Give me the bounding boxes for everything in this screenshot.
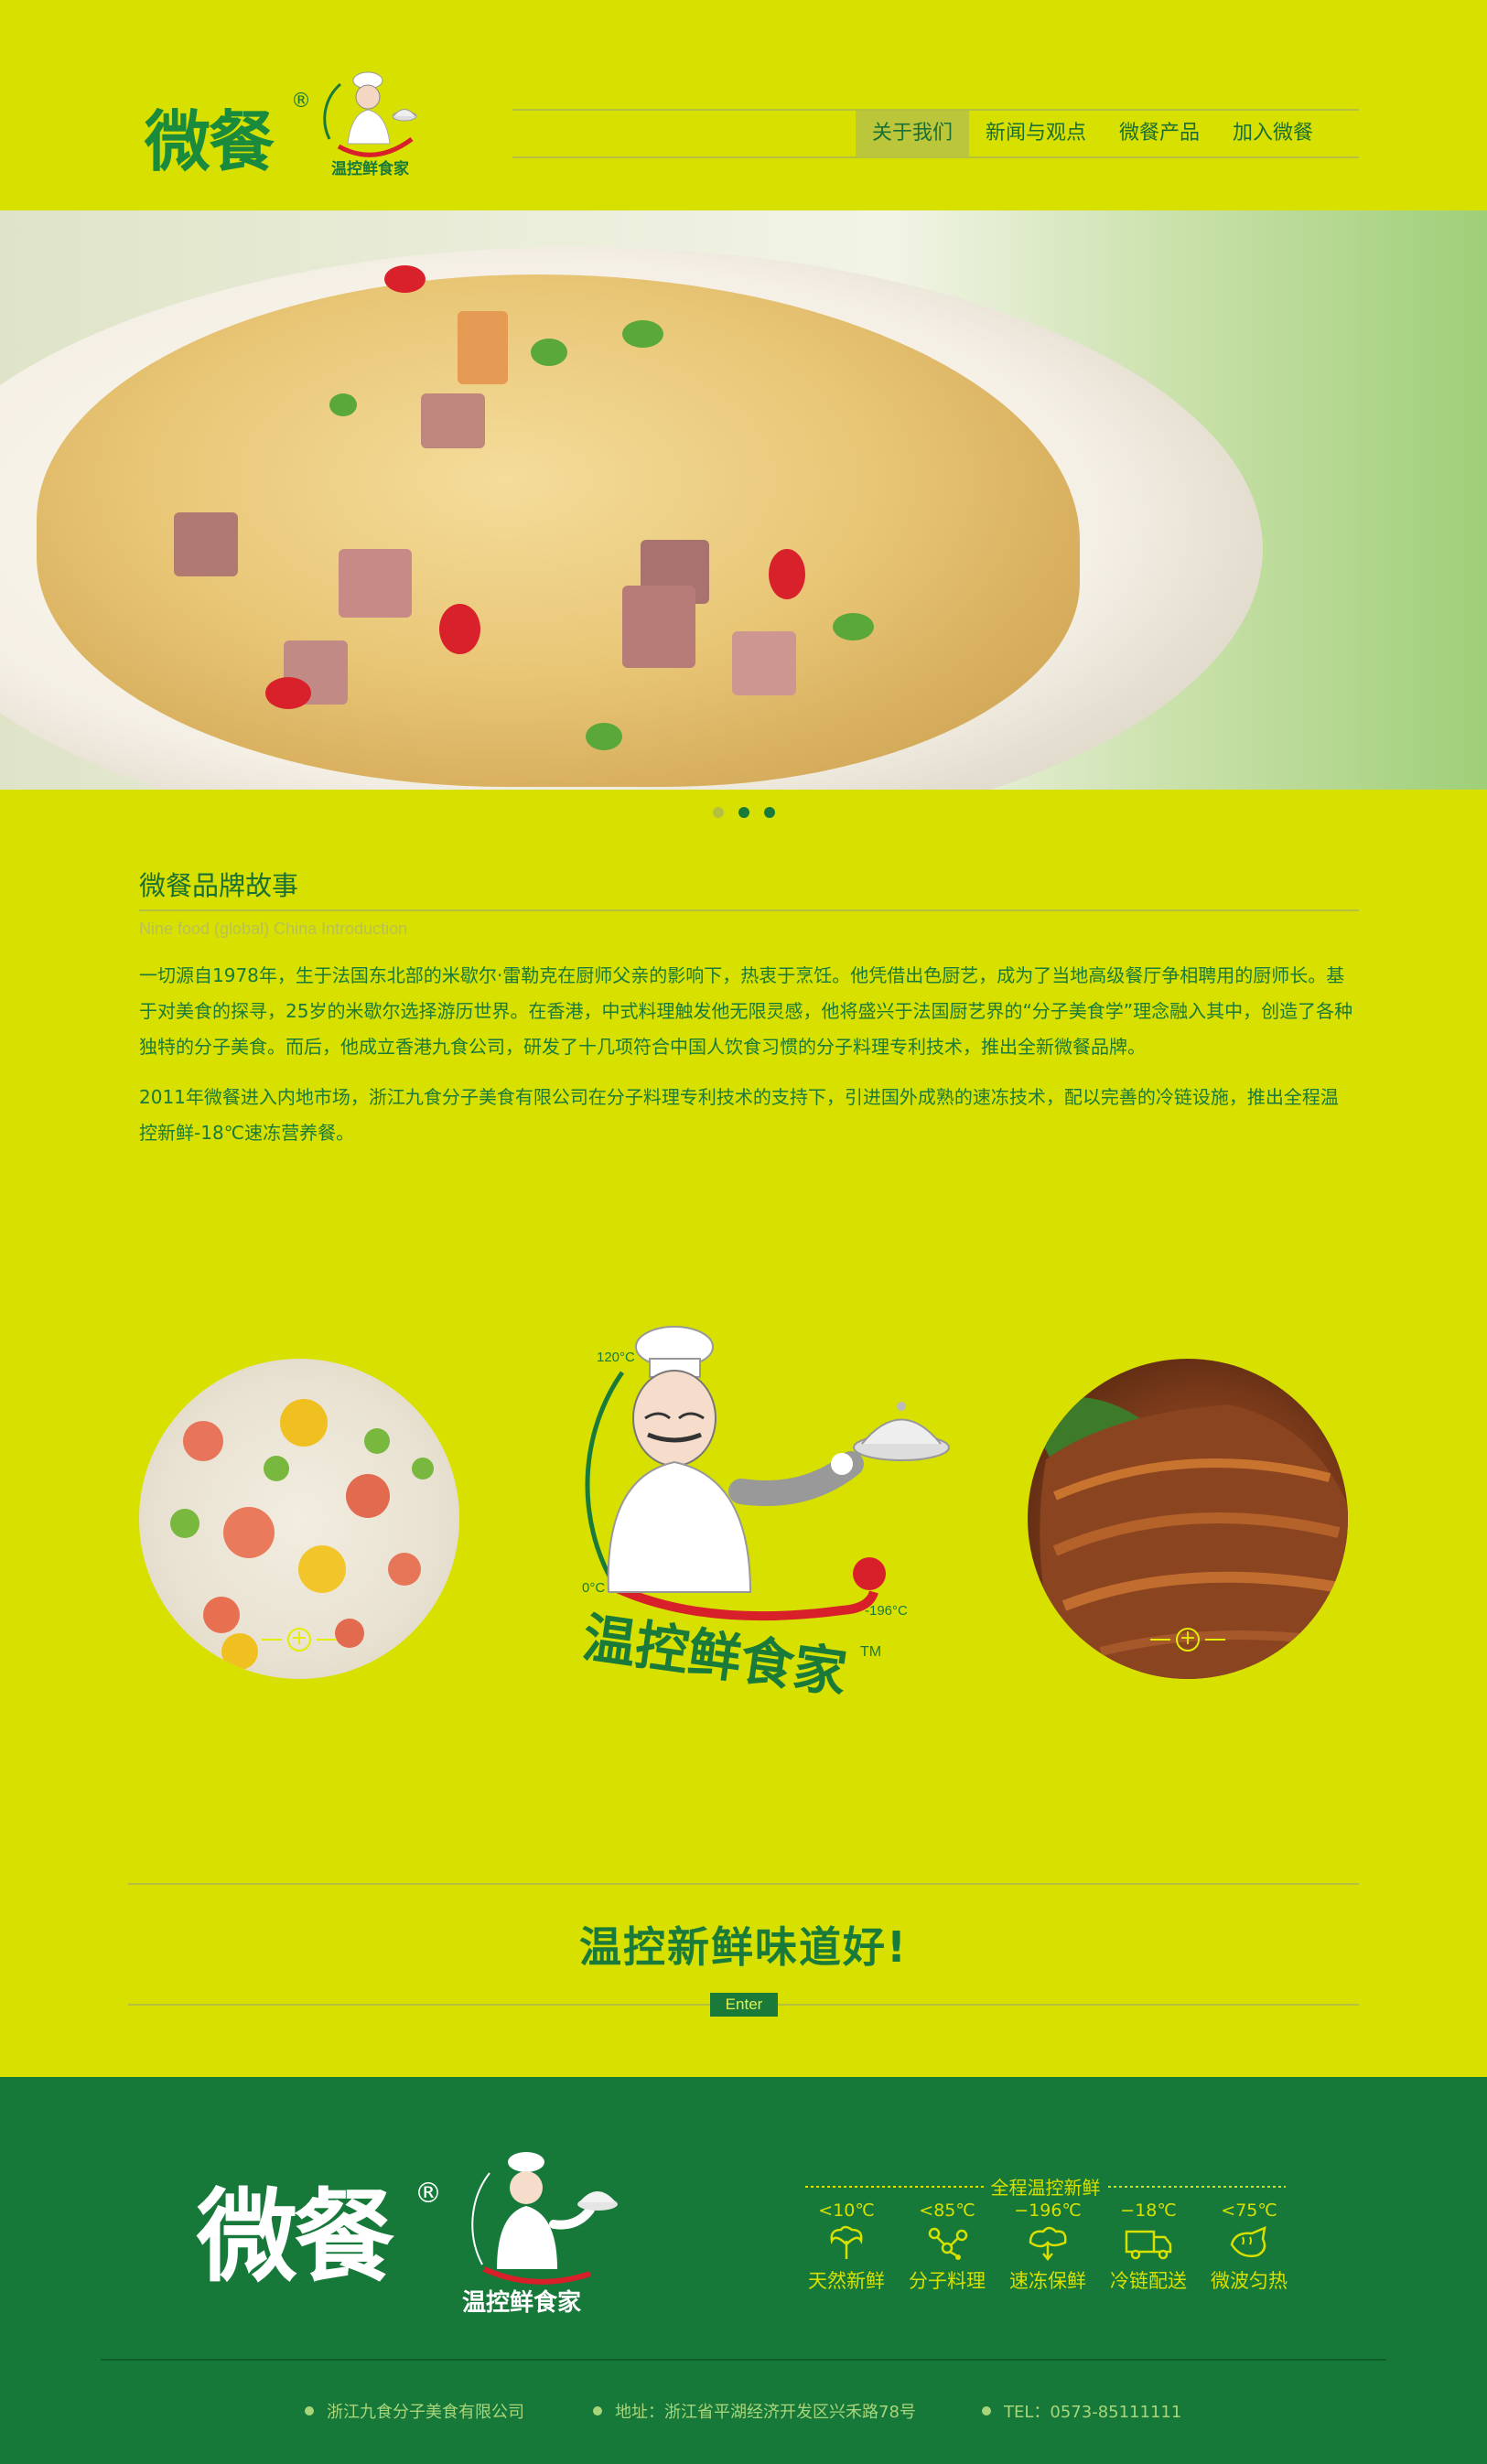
feature-title: 全程温控新鲜 bbox=[990, 2177, 1101, 2199]
footer-company: 浙江九食分子美食有限公司 bbox=[305, 2399, 524, 2423]
nav-item-about[interactable]: 关于我们 bbox=[856, 111, 970, 156]
microwave-icon bbox=[1230, 2225, 1266, 2257]
company-name: 浙江九食分子美食有限公司 bbox=[327, 2403, 524, 2422]
footer-logo: 微餐 bbox=[197, 2179, 394, 2296]
temp-low-label: -196°C bbox=[865, 1603, 908, 1619]
vegetable-icon bbox=[830, 2225, 863, 2259]
feature-title-row: 全程温控新鲜 bbox=[805, 2173, 1286, 2200]
nav-divider-bottom bbox=[512, 156, 1359, 158]
slider-dot-2[interactable] bbox=[738, 807, 749, 818]
expand-control[interactable]: + bbox=[139, 1628, 459, 1652]
molecule-icon bbox=[928, 2227, 968, 2260]
story-paragraph-2: 2011年微餐进入内地市场，浙江九食分子美食有限公司在分子料理专利技术的支持下，… bbox=[139, 1086, 1339, 1144]
footer-address: 地址：浙江省平湖经济开发区兴禾路78号 bbox=[593, 2399, 916, 2423]
chef-badge-text: 温控鲜食家 bbox=[331, 159, 409, 178]
site-logo[interactable]: 微餐 bbox=[145, 88, 275, 184]
plus-icon[interactable]: + bbox=[1176, 1628, 1200, 1652]
chef-mascot-logo: 120°C 0°C -196°C 温控鲜食家 TM bbox=[579, 1326, 950, 1705]
registered-mark: ® bbox=[291, 90, 311, 113]
story-subtitle: Nine food (global) China Introduction bbox=[139, 920, 408, 938]
mascot-tm: TM bbox=[860, 1644, 881, 1660]
feature-list: <10℃ 天然新鲜 <85℃ 分子料理 −196℃ 速冻保鲜 −18℃ 冷链配送… bbox=[796, 2200, 1299, 2294]
feature-item: −18℃ 冷链配送 bbox=[1098, 2200, 1199, 2294]
temp-top-label: 120°C bbox=[597, 1350, 635, 1365]
hero-banner-image[interactable] bbox=[0, 210, 1487, 790]
footer-divider bbox=[101, 2359, 1386, 2361]
plus-icon[interactable]: + bbox=[287, 1628, 311, 1652]
braised-pork-thumbnail[interactable]: + bbox=[1028, 1359, 1348, 1679]
bullet-icon bbox=[982, 2406, 991, 2416]
slider-dots bbox=[713, 807, 775, 818]
dotted-line-left bbox=[805, 2185, 984, 2188]
temp-zero-label: 0°C bbox=[582, 1580, 605, 1596]
feature-label: 冷链配送 bbox=[1110, 2270, 1187, 2292]
nav-item-products[interactable]: 微餐产品 bbox=[1103, 111, 1216, 156]
feature-temp: −18℃ bbox=[1120, 2200, 1177, 2221]
slider-dot-3[interactable] bbox=[764, 807, 775, 818]
address-text: 地址：浙江省平湖经济开发区兴禾路78号 bbox=[615, 2403, 916, 2422]
nav-item-join[interactable]: 加入微餐 bbox=[1216, 111, 1330, 156]
freeze-icon bbox=[1029, 2226, 1067, 2261]
feature-temp: <75℃ bbox=[1221, 2200, 1277, 2221]
story-divider bbox=[139, 909, 1359, 911]
feature-temp: <85℃ bbox=[919, 2200, 975, 2221]
mascot-brand-text: 温控鲜食家 bbox=[579, 1607, 851, 1705]
footer-chef-mascot-icon: 温控鲜食家 bbox=[462, 2152, 618, 2317]
feature-label: 天然新鲜 bbox=[808, 2270, 885, 2292]
feature-label: 速冻保鲜 bbox=[1009, 2270, 1086, 2292]
feature-temp: <10℃ bbox=[818, 2200, 875, 2221]
enter-button[interactable]: Enter bbox=[710, 1993, 778, 2017]
feature-item: −196℃ 速冻保鲜 bbox=[997, 2200, 1098, 2294]
story-paragraph-1: 一切源自1978年，生于法国东北部的米歇尔·雷勒克在厨师父亲的影响下，热衷于烹饪… bbox=[139, 964, 1353, 1058]
nav-item-news[interactable]: 新闻与观点 bbox=[969, 111, 1103, 156]
feature-item: <85℃ 分子料理 bbox=[897, 2200, 997, 2294]
feature-item: <10℃ 天然新鲜 bbox=[796, 2200, 897, 2294]
dotted-line-right bbox=[1107, 2185, 1286, 2188]
feature-label: 分子料理 bbox=[909, 2270, 986, 2292]
slogan-divider-top bbox=[128, 1883, 1359, 1885]
fried-rice-thumbnail[interactable]: + bbox=[139, 1359, 459, 1679]
footer-registered-mark: ® bbox=[415, 2178, 442, 2210]
footer-tel: TEL：0573-85111111 bbox=[982, 2399, 1181, 2423]
bullet-icon bbox=[305, 2406, 314, 2416]
bullet-icon bbox=[593, 2406, 602, 2416]
story-title: 微餐品牌故事 bbox=[139, 870, 299, 901]
feature-item: <75℃ 微波匀热 bbox=[1199, 2200, 1299, 2294]
feature-temp: −196℃ bbox=[1014, 2200, 1082, 2221]
footer-chef-badge-text: 温控鲜食家 bbox=[462, 2288, 581, 2317]
main-nav: 关于我们 新闻与观点 微餐产品 加入微餐 bbox=[856, 111, 1330, 156]
chef-mascot-icon: 温控鲜食家 bbox=[323, 71, 417, 178]
site-header: 微餐 ® 温控鲜食家 关于我们 新闻与观点 微餐产品 加入微餐 bbox=[0, 0, 1487, 210]
slogan-text: 温控新鲜味道好! bbox=[579, 1922, 908, 1972]
truck-icon bbox=[1125, 2230, 1172, 2260]
tel-text: TEL：0573-85111111 bbox=[1004, 2403, 1182, 2422]
slider-dot-1[interactable] bbox=[713, 807, 724, 818]
feature-label: 微波匀热 bbox=[1211, 2270, 1288, 2292]
expand-control[interactable]: + bbox=[1028, 1628, 1348, 1652]
